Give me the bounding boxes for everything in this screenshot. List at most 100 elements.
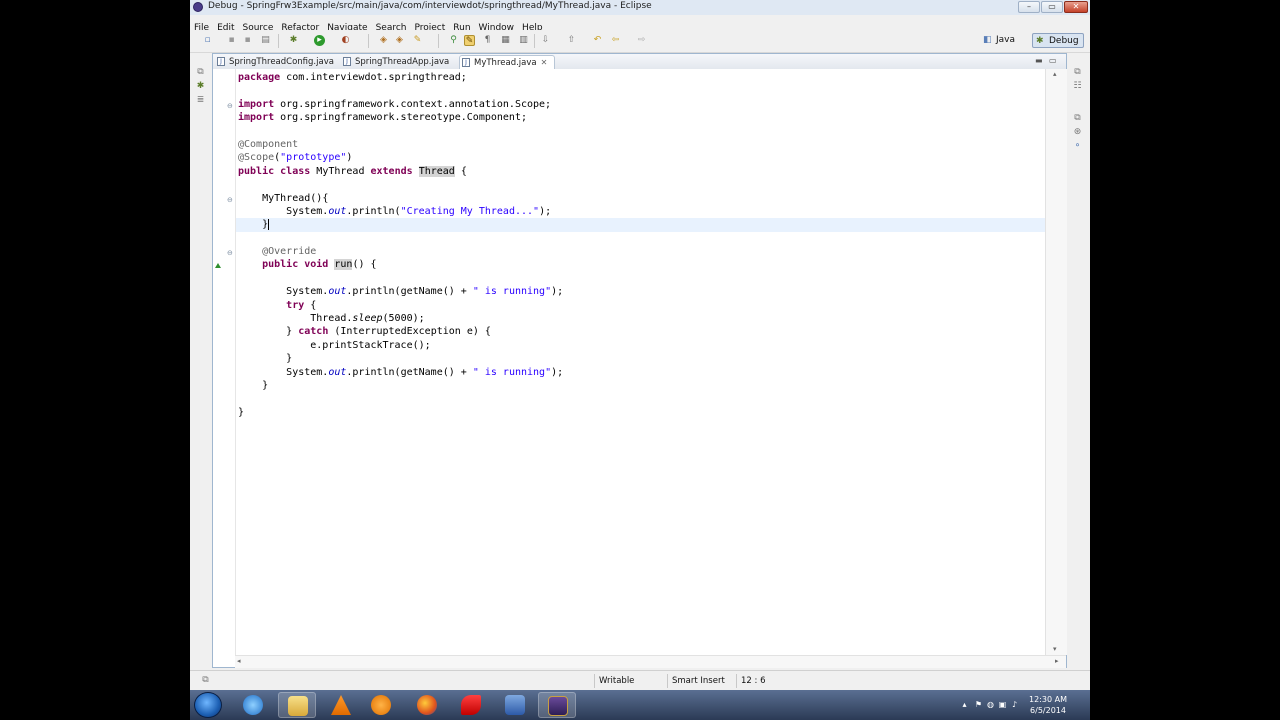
code-line: package com.interviewdot.springthread; xyxy=(238,72,467,83)
java-file-icon: J xyxy=(343,57,351,66)
scroll-down-icon[interactable]: ▾ xyxy=(1053,645,1057,653)
fast-view-icon[interactable]: ⧉ xyxy=(200,675,211,686)
forward-icon[interactable]: ⇨ xyxy=(636,35,647,46)
show-whitespace-icon[interactable]: ¶ xyxy=(482,35,493,46)
vertical-ruler: ⊖ ⊖ ⊖ xyxy=(213,69,235,655)
previous-annotation-icon[interactable]: ⇧ xyxy=(566,35,577,46)
close-button[interactable]: ✕ xyxy=(1064,1,1088,13)
start-button[interactable] xyxy=(194,692,222,718)
scroll-right-icon[interactable]: ▸ xyxy=(1055,657,1059,665)
open-type-icon[interactable]: ⚲ xyxy=(448,35,459,46)
current-code-line: } xyxy=(236,218,1046,232)
tab-mythread[interactable]: J MyThread.java ✕ xyxy=(459,55,555,69)
next-annotation-icon[interactable]: ⇩ xyxy=(540,35,551,46)
display-icon[interactable]: ▣ xyxy=(998,700,1007,709)
code-line: Thread.sleep(5000); xyxy=(310,313,425,325)
code-line: } catch (InterruptedException e) { xyxy=(286,326,491,338)
app-icon xyxy=(461,695,481,715)
debug-icon[interactable]: ✱ xyxy=(288,35,299,46)
new-class-icon[interactable]: ✎ xyxy=(412,35,423,46)
right-trim-stack: ⧉ ☷ ⧉ ⊛ ⚬ xyxy=(1067,53,1090,668)
network-icon[interactable]: ◍ xyxy=(986,700,995,709)
java-editor: J SpringThreadConfig.java J SpringThreadAp… xyxy=(212,53,1067,668)
text-cursor xyxy=(268,218,270,230)
new-icon[interactable]: ▫ xyxy=(202,35,213,46)
perspective-java[interactable]: ◧ Java xyxy=(980,33,1019,48)
internet-explorer-icon xyxy=(243,695,263,715)
toolbar-separator xyxy=(534,34,535,48)
close-tab-icon[interactable]: ✕ xyxy=(541,58,548,67)
back-icon[interactable]: ⇦ xyxy=(610,35,621,46)
debug-view-icon[interactable]: ✱ xyxy=(195,81,206,92)
outline-view-icon[interactable]: ☷ xyxy=(1072,81,1083,92)
code-line: @Scope("prototype") xyxy=(238,152,353,164)
variables-view-icon[interactable]: ⊛ xyxy=(1072,127,1083,138)
external-tools-icon[interactable]: ◐ xyxy=(340,35,351,46)
flag-icon[interactable]: ⚑ xyxy=(974,700,983,709)
horizontal-scrollbar[interactable]: ◂ ▸ xyxy=(235,655,1066,668)
restore-icon[interactable]: ⧉ xyxy=(1072,113,1083,124)
print-icon[interactable]: ▤ xyxy=(260,35,271,46)
java-file-icon: J xyxy=(462,58,470,67)
code-text-area[interactable]: package com.interviewdot.springthread; i… xyxy=(235,69,1046,655)
taskbar-ie[interactable] xyxy=(234,692,272,718)
show-hidden-icons[interactable]: ▴ xyxy=(960,700,969,709)
floppy-icon xyxy=(505,695,525,715)
fold-expanded-icon[interactable]: ⊖ xyxy=(227,103,234,110)
toolbar-separator xyxy=(438,34,439,48)
override-marker-icon xyxy=(215,263,221,268)
clock-time: 12:30 AM xyxy=(1029,695,1067,704)
save-all-icon[interactable]: ▪ xyxy=(242,35,253,46)
menu-bar: File Edit Source Refactor Navigate Search Proj… xyxy=(190,15,1090,33)
run-icon[interactable]: ▸ xyxy=(314,35,325,46)
maximize-view-icon[interactable]: ▭ xyxy=(1049,56,1057,65)
eclipse-icon xyxy=(548,696,568,716)
restore-icon[interactable]: ⧉ xyxy=(195,67,206,78)
code-line: @Override xyxy=(262,246,317,258)
scroll-up-icon[interactable]: ▴ xyxy=(1053,70,1057,78)
taskbar-vlc[interactable] xyxy=(322,692,360,718)
save-icon[interactable]: ▪ xyxy=(226,35,237,46)
new-java-project-icon[interactable]: ◈ xyxy=(378,35,389,46)
title-bar: Debug - SpringFrw3Example/src/main/java/… xyxy=(190,0,1090,16)
code-line: import org.springframework.context.annot… xyxy=(238,98,552,110)
taskbar-app-red[interactable] xyxy=(452,692,490,718)
tab-springthreadconfig[interactable]: J SpringThreadConfig.java xyxy=(215,55,339,69)
minimize-view-icon[interactable]: ▬ xyxy=(1035,56,1043,65)
taskbar-media-player[interactable] xyxy=(362,692,400,718)
eclipse-logo-icon xyxy=(193,2,203,12)
tab-springthreadapp[interactable]: J SpringThreadApp.java xyxy=(341,55,457,69)
fold-expanded-icon[interactable]: ⊖ xyxy=(227,250,234,257)
taskbar-explorer[interactable] xyxy=(278,692,316,718)
taskbar-firefox[interactable] xyxy=(408,692,446,718)
mark-occurrences-icon[interactable]: ✎ xyxy=(464,35,475,46)
vertical-scrollbar[interactable]: ▴ ▾ xyxy=(1045,69,1067,655)
code-line: try { xyxy=(286,299,317,311)
status-bar: ⧉ Writable Smart Insert 12 : 6 xyxy=(190,670,1090,691)
taskbar-clock[interactable]: 12:30 AM 6/5/2014 xyxy=(1016,694,1080,716)
minimize-button[interactable]: – xyxy=(1018,1,1040,13)
main-toolbar: ▫ ▪ ▪ ▤ ✱ ▸ ◐ ◈ ◈ ✎ ⚲ ✎ ¶ ▦ ▥ ⇩ ⇧ ↶ ⇦ ⇨ … xyxy=(190,30,1090,53)
breakpoints-view-icon[interactable]: ≣ xyxy=(195,95,206,106)
debug-perspective-icon: ✱ xyxy=(1036,36,1044,46)
restore-icon[interactable]: ⧉ xyxy=(1072,67,1083,78)
expressions-view-icon[interactable]: ⚬ xyxy=(1072,141,1083,152)
fold-expanded-icon[interactable]: ⊖ xyxy=(227,197,234,204)
java-perspective-icon: ◧ xyxy=(983,35,992,45)
code-line: } xyxy=(262,379,269,391)
last-edit-location-icon[interactable]: ↶ xyxy=(592,35,603,46)
source-code: package com.interviewdot.springthread; i… xyxy=(236,71,1046,419)
media-player-icon xyxy=(371,695,391,715)
maximize-button[interactable]: ▭ xyxy=(1041,1,1063,13)
block-selection-icon[interactable]: ▦ xyxy=(500,35,511,46)
toggle-breadcrumb-icon[interactable]: ▥ xyxy=(518,35,529,46)
folder-icon xyxy=(288,696,308,716)
scroll-left-icon[interactable]: ◂ xyxy=(237,657,241,665)
new-package-icon[interactable]: ◈ xyxy=(394,35,405,46)
perspective-debug[interactable]: ✱ Debug xyxy=(1032,33,1084,48)
taskbar-eclipse[interactable] xyxy=(538,692,576,718)
taskbar-app-save[interactable] xyxy=(496,692,534,718)
